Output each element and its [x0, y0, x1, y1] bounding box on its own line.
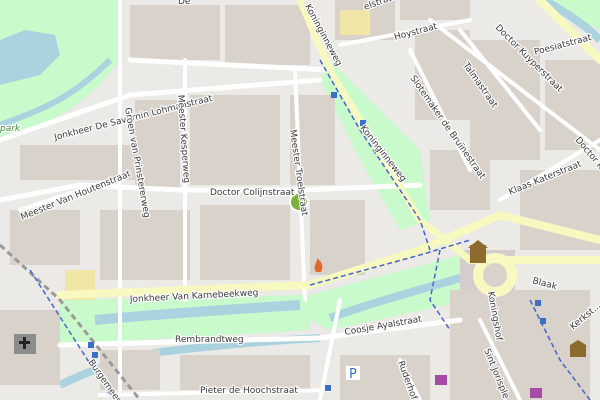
map-view[interactable]: P Koninginneweg Koninginneweg Hoystraat … [0, 0, 600, 400]
label-park: park [0, 124, 21, 134]
map-canvas[interactable]: P Koninginneweg Koninginneweg Hoystraat … [0, 0, 600, 400]
church-icon [14, 334, 36, 354]
label-doctor-colijnstraat: Doctor Colijnstraat [210, 188, 295, 198]
label-rembrandtweg: Rembrandtweg [175, 335, 244, 345]
label-pieter-de-hooch: Pieter de Hoochstraat [200, 386, 298, 396]
parking-icon: P [346, 366, 360, 382]
svg-text:P: P [349, 367, 357, 382]
label-top-left-fragment: De [178, 0, 191, 7]
